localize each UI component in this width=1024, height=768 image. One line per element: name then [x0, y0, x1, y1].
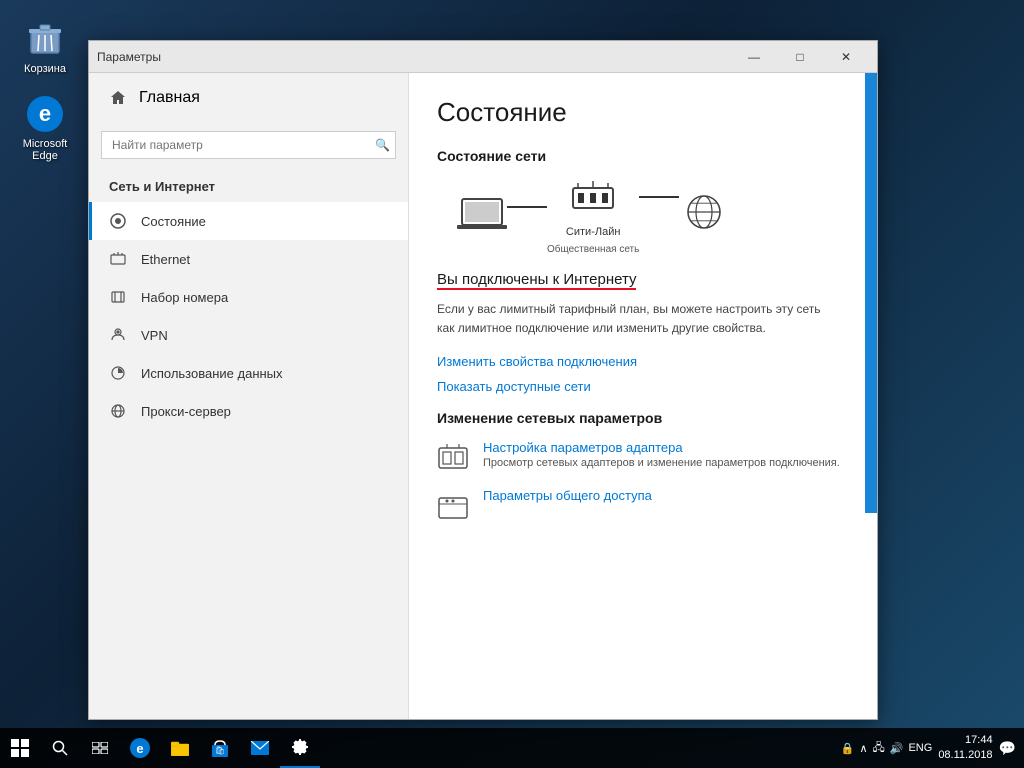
svg-text:e: e [136, 741, 143, 756]
sidebar-home-button[interactable]: Главная [89, 73, 408, 123]
ethernet-icon [109, 250, 127, 268]
home-icon [109, 89, 127, 107]
taskbar-clock[interactable]: 17:44 08.11.2018 [938, 733, 992, 764]
window-controls: — □ ✕ [731, 41, 869, 73]
edge-image: e [25, 94, 65, 134]
desktop: Корзина e Microsoft Edge Параметры — □ ✕ [0, 0, 1024, 768]
clock-time: 17:44 [938, 733, 992, 748]
sidebar-home-label: Главная [139, 89, 200, 107]
blue-accent [865, 73, 877, 513]
recycle-bin-icon[interactable]: Корзина [10, 15, 80, 79]
sharing-settings-item[interactable]: Параметры общего доступа [437, 488, 849, 522]
edge-taskbar-button[interactable]: e [120, 728, 160, 768]
search-taskbar-button[interactable] [40, 728, 80, 768]
mail-taskbar-button[interactable] [240, 728, 280, 768]
expand-tray-icon[interactable]: ∧ [859, 742, 867, 755]
settings-taskbar-button[interactable] [280, 728, 320, 768]
sharing-settings-icon [437, 490, 469, 522]
svg-text:🛍: 🛍 [215, 746, 225, 755]
titlebar: Параметры — □ ✕ [89, 41, 877, 73]
vpn-icon [109, 326, 127, 344]
edge-label: Microsoft Edge [23, 138, 68, 162]
network-name: Сити-Лайн [566, 226, 621, 238]
taskbar-system-icons: 🔒 ∧ 🖧 🔊 ENG [841, 739, 933, 758]
svg-text:e: e [39, 101, 51, 126]
notification-icon[interactable]: 💬 [999, 740, 1016, 757]
dialup-icon [109, 288, 127, 306]
start-button[interactable] [0, 728, 40, 768]
volume-taskbar-icon[interactable]: 🔊 [890, 742, 904, 755]
change-connection-link[interactable]: Изменить свойства подключения [437, 354, 849, 369]
laptop-device [457, 197, 507, 237]
network-status-section-title: Состояние сети [437, 148, 849, 164]
sidebar-item-vpn[interactable]: VPN [89, 316, 408, 354]
sidebar-item-proxy[interactable]: Прокси-сервер [89, 392, 408, 430]
maximize-button[interactable]: □ [777, 41, 823, 73]
info-text: Если у вас лимитный тарифный план, вы мо… [437, 300, 837, 338]
change-settings-title: Изменение сетевых параметров [437, 410, 849, 426]
adapter-settings-item[interactable]: Настройка параметров адаптера Просмотр с… [437, 440, 849, 474]
search-icon: 🔍 [375, 138, 390, 152]
net-line-1 [507, 206, 547, 208]
network-type: Общественная сеть [547, 244, 639, 255]
sharing-settings-title[interactable]: Параметры общего доступа [483, 488, 652, 503]
clock-date: 08.11.2018 [938, 748, 992, 763]
sidebar-item-label-dialup: Набор номера [141, 290, 228, 305]
sidebar-item-data-usage[interactable]: Использование данных [89, 354, 408, 392]
sidebar: Главная 🔍 Сеть и Интернет Состояние [89, 73, 409, 719]
adapter-settings-icon [437, 442, 469, 474]
window-body: Главная 🔍 Сеть и Интернет Состояние [89, 73, 877, 719]
adapter-settings-desc: Просмотр сетевых адаптеров и изменение п… [483, 455, 840, 472]
main-content: Состояние Состояние сети [409, 73, 877, 719]
sidebar-item-label-status: Состояние [141, 214, 206, 229]
window-title: Параметры [97, 50, 731, 64]
sidebar-section-title: Сеть и Интернет [89, 175, 408, 202]
network-diagram: Сити-Лайн Общественная сеть [437, 178, 849, 255]
sidebar-item-label-ethernet: Ethernet [141, 252, 190, 267]
close-button[interactable]: ✕ [823, 41, 869, 73]
sidebar-item-label-data-usage: Использование данных [141, 366, 283, 381]
adapter-settings-text: Настройка параметров адаптера Просмотр с… [483, 440, 840, 472]
data-usage-icon [109, 364, 127, 382]
connected-text: Вы подключены к Интернету [437, 271, 636, 290]
connected-section: Вы подключены к Интернету Если у вас лим… [437, 261, 849, 394]
minimize-button[interactable]: — [731, 41, 777, 73]
taskbar: e 🛍 [0, 728, 1024, 768]
explorer-taskbar-button[interactable] [160, 728, 200, 768]
proxy-icon [109, 402, 127, 420]
edge-desktop-icon[interactable]: e Microsoft Edge [10, 90, 80, 166]
sharing-settings-text: Параметры общего доступа [483, 488, 652, 503]
settings-window: Параметры — □ ✕ Главная [88, 40, 878, 720]
sidebar-item-status[interactable]: Состояние [89, 202, 408, 240]
recycle-bin-image [25, 19, 65, 59]
network-taskbar-icon[interactable]: 🔒 [841, 742, 855, 755]
show-networks-link[interactable]: Показать доступные сети [437, 379, 849, 394]
wifi-taskbar-icon[interactable]: 🖧 [873, 739, 885, 758]
taskbar-right: 🔒 ∧ 🖧 🔊 ENG 17:44 08.11.2018 💬 [841, 733, 1024, 764]
page-title: Состояние [437, 97, 849, 128]
sidebar-item-label-proxy: Прокси-сервер [141, 404, 231, 419]
task-view-button[interactable] [80, 728, 120, 768]
recycle-bin-label: Корзина [24, 63, 66, 75]
lang-taskbar[interactable]: ENG [908, 742, 932, 754]
search-input[interactable] [101, 131, 396, 159]
sidebar-item-label-vpn: VPN [141, 328, 168, 343]
internet-device [679, 202, 729, 232]
store-taskbar-button[interactable]: 🛍 [200, 728, 240, 768]
router-device: Сити-Лайн Общественная сеть [547, 178, 639, 255]
sidebar-item-dialup[interactable]: Набор номера [89, 278, 408, 316]
adapter-settings-title[interactable]: Настройка параметров адаптера [483, 440, 840, 455]
sidebar-item-ethernet[interactable]: Ethernet [89, 240, 408, 278]
status-icon [109, 212, 127, 230]
net-line-2 [639, 196, 679, 198]
search-box: 🔍 [101, 131, 396, 159]
